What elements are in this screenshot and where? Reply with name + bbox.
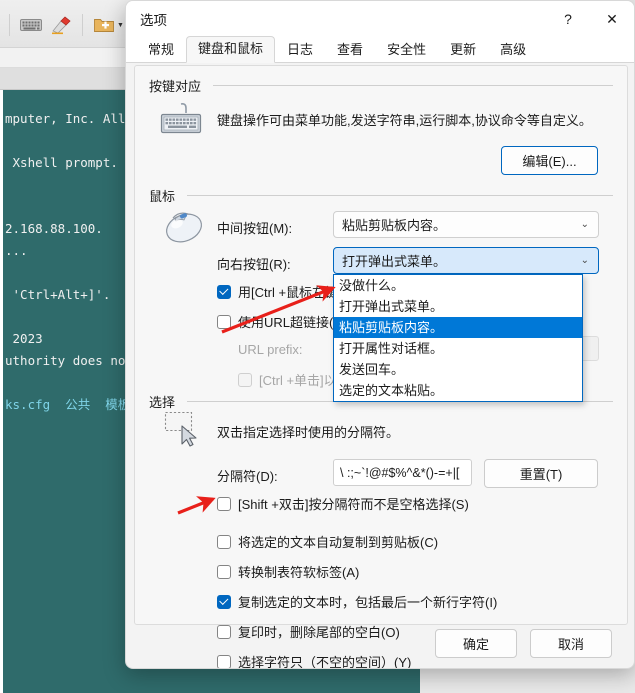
group-title: 按键对应 xyxy=(149,79,202,94)
tab-5[interactable]: 更新 xyxy=(438,37,488,63)
tab-panel-keyboard-mouse: 按键对应 键盘操作可由菜单功能,发送字符串,运行脚本,协议命令等自定义。 编辑(… xyxy=(134,65,628,668)
middle-button-label: 中间按钮(M): xyxy=(217,221,293,236)
dialog-title: 选项 xyxy=(140,13,167,28)
keyboard-icon[interactable] xyxy=(17,12,45,38)
new-folder-icon[interactable] xyxy=(90,12,118,38)
edit-button[interactable]: 编辑(E)... xyxy=(501,146,598,175)
url-prefix-label: URL prefix: xyxy=(238,342,303,357)
url-hyperlink-row[interactable]: 使用URL超链接(H) xyxy=(217,312,347,331)
group-key-mapping: 按键对应 xyxy=(135,76,627,95)
ok-button[interactable]: 确定 xyxy=(435,629,517,658)
selection-checkbox-label-2: 转换制表符软标签(A) xyxy=(238,565,360,580)
keyboard-icon xyxy=(157,100,205,145)
selection-description: 双击指定选择时使用的分隔符。 xyxy=(217,425,400,440)
selection-checkbox-row-1[interactable]: 将选定的文本自动复制到剪贴板(C) xyxy=(217,532,438,551)
tab-strip: 常规 键盘和鼠标 日志 查看 安全性 更新 高级 xyxy=(126,36,634,63)
tab-1[interactable]: 键盘和鼠标 xyxy=(186,36,276,63)
right-button-label: 向右按钮(R): xyxy=(217,257,291,272)
toolbar-separator xyxy=(82,14,83,36)
chevron-down-icon: ⌄ xyxy=(580,219,589,230)
cancel-button[interactable]: 取消 xyxy=(530,629,612,658)
selection-checkbox-label-1: 将选定的文本自动复制到剪贴板(C) xyxy=(238,535,439,550)
ctrl-left-click-checkbox[interactable] xyxy=(217,284,231,299)
dropdown-option-2[interactable]: 粘贴剪贴板内容。 xyxy=(334,317,582,338)
ctrl-left-click-label: 用[Ctrl +鼠标左键 xyxy=(238,285,339,300)
screen: ▼ ▼ mputer, Inc. All ri Xshell prompt. 2… xyxy=(0,0,635,693)
dropdown-option-0[interactable]: 没做什么。 xyxy=(334,275,582,296)
middle-button-select[interactable]: 粘贴剪贴板内容。 ⌄ xyxy=(333,211,599,238)
dialog-footer: 确定 取消 xyxy=(126,623,634,668)
delimiter-label: 分隔符(D): xyxy=(217,469,278,484)
divider xyxy=(213,85,613,86)
right-button-select[interactable]: 打开弹出式菜单。 ⌄ xyxy=(333,247,599,274)
options-dialog: 选项 ? ✕ 常规 键盘和鼠标 日志 查看 安全性 更新 高级 按键对应 键盘操… xyxy=(125,0,635,669)
selection-checkbox-1[interactable] xyxy=(217,534,231,549)
close-icon[interactable]: ✕ xyxy=(590,1,634,37)
url-hyperlink-checkbox[interactable] xyxy=(217,314,231,329)
tab-0[interactable]: 常规 xyxy=(136,37,186,63)
selection-checkbox-3[interactable] xyxy=(217,594,231,609)
dialog-titlebar: 选项 ? ✕ xyxy=(126,1,634,37)
delimiter-input[interactable]: \ :;~`!@#$%^&*()-=+|[ xyxy=(333,459,472,486)
dropdown-option-1[interactable]: 打开弹出式菜单。 xyxy=(334,296,582,317)
divider xyxy=(187,195,613,196)
selection-checkbox-row-2[interactable]: 转换制表符软标签(A) xyxy=(217,562,359,581)
right-button-dropdown-list[interactable]: 没做什么。 打开弹出式菜单。 粘贴剪贴板内容。 打开属性对话框。 发送回车。 选定的文本粘… xyxy=(333,274,583,402)
selection-checkbox-label-0: [Shift +双击]按分隔符而不是空格选择(S) xyxy=(238,497,469,512)
highlighter-pen-icon[interactable] xyxy=(47,12,75,38)
selection-checkbox-2[interactable] xyxy=(217,564,231,579)
mouse-icon xyxy=(157,202,211,253)
dropdown-option-5[interactable]: 选定的文本粘贴。 xyxy=(334,380,582,401)
url-hyperlink-label: 使用URL超链接(H) xyxy=(238,315,348,330)
chevron-down-icon[interactable]: ▼ xyxy=(117,22,124,29)
selection-checkbox-row-3[interactable]: 复制选定的文本时，包括最后一个新行字符(I) xyxy=(217,592,497,611)
dropdown-option-3[interactable]: 打开属性对话框。 xyxy=(334,338,582,359)
ctrl-click-open-checkbox xyxy=(238,372,252,387)
chevron-down-icon: ⌄ xyxy=(580,255,589,266)
key-mapping-description: 键盘操作可由菜单功能,发送字符串,运行脚本,协议命令等自定义。 xyxy=(217,113,592,128)
toolbar-separator xyxy=(9,14,10,36)
help-button[interactable]: ? xyxy=(546,1,590,37)
dropdown-option-4[interactable]: 发送回车。 xyxy=(334,359,582,380)
selection-checkbox-label-3: 复制选定的文本时，包括最后一个新行字符(I) xyxy=(238,595,498,610)
tab-6[interactable]: 高级 xyxy=(488,37,538,63)
selection-rectangle-icon xyxy=(163,410,209,457)
ctrl-left-click-row[interactable]: 用[Ctrl +鼠标左键 xyxy=(217,282,338,301)
right-button-value: 打开弹出式菜单。 xyxy=(342,254,447,269)
reset-button[interactable]: 重置(T) xyxy=(484,459,598,488)
selection-checkbox-0[interactable] xyxy=(217,496,231,511)
tab-2[interactable]: 日志 xyxy=(275,37,325,63)
tab-4[interactable]: 安全性 xyxy=(375,37,438,63)
tab-3[interactable]: 查看 xyxy=(325,37,375,63)
selection-checkbox-row-0[interactable]: [Shift +双击]按分隔符而不是空格选择(S) xyxy=(217,494,469,513)
middle-button-value: 粘贴剪贴板内容。 xyxy=(342,218,447,233)
group-title: 选择 xyxy=(149,395,176,410)
